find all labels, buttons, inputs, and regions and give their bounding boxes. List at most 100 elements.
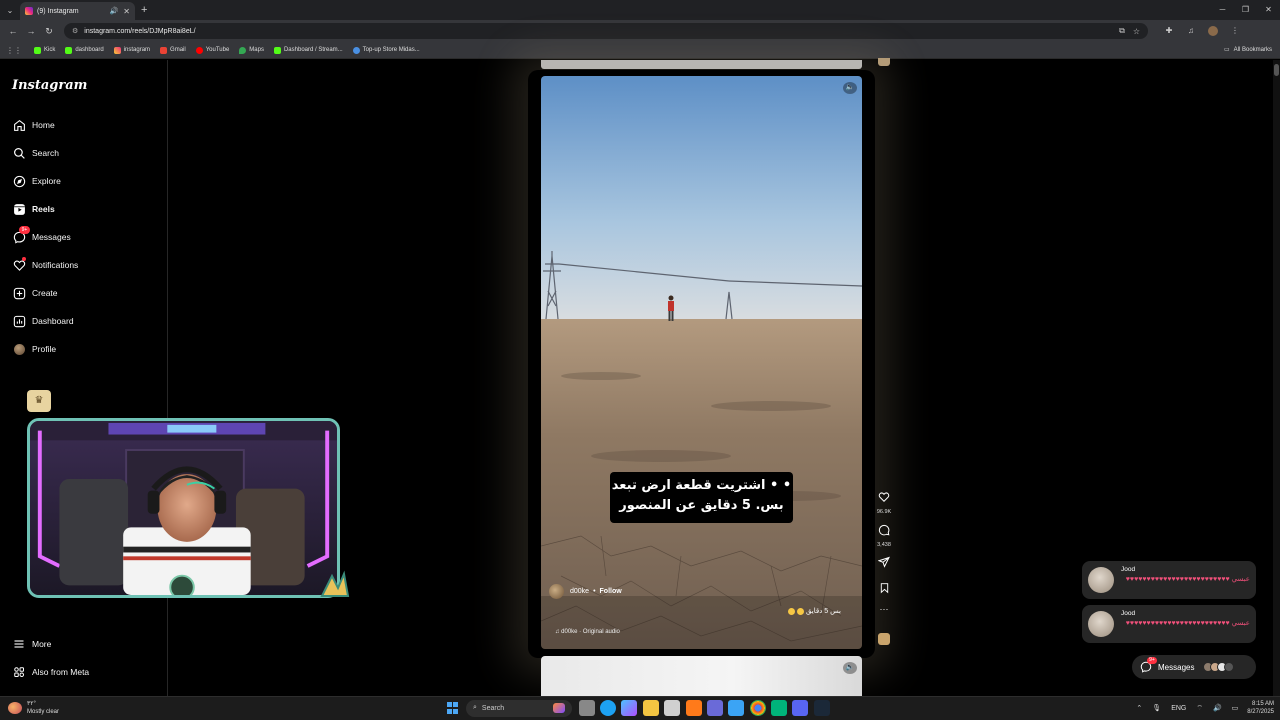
save-button[interactable] <box>873 581 895 599</box>
discord-icon[interactable] <box>792 700 809 716</box>
browser-menu-icon[interactable]: ⋮ <box>1224 26 1246 36</box>
reel-video[interactable] <box>541 76 862 649</box>
comment-button[interactable]: 3,438 <box>873 523 895 548</box>
app-icon[interactable] <box>771 700 788 716</box>
previous-reel-edge[interactable] <box>541 60 862 69</box>
app-icon[interactable] <box>706 700 723 716</box>
like-button[interactable]: 96.9K <box>873 490 895 515</box>
microphone-icon[interactable]: 🎙 <box>1152 704 1161 712</box>
chrome-icon[interactable] <box>749 700 766 716</box>
all-bookmarks[interactable]: ▭ All Bookmarks <box>1224 46 1272 54</box>
bookmark-stream-dashboard[interactable]: Dashboard / Stream... <box>273 46 343 54</box>
url-field[interactable]: ⚙ instagram.com/reels/DJMpR8ai8eL/ ⧉ ☆ <box>64 23 1148 39</box>
bookmark-midas[interactable]: Top-up Store Midas... <box>352 46 420 54</box>
wifi-icon[interactable]: ⌔ <box>1196 704 1203 713</box>
sidebar-item-reels[interactable]: Reels <box>12 202 55 216</box>
sidebar-item-profile[interactable]: Profile <box>12 342 56 356</box>
sidebar-item-messages[interactable]: 9+ Messages <box>12 226 71 244</box>
taskbar-search[interactable]: ⌕ Search <box>466 699 572 717</box>
sidebar-item-explore[interactable]: Explore <box>12 174 61 188</box>
task-view-icon[interactable] <box>578 700 595 716</box>
sender-name: Jood <box>1121 566 1136 573</box>
message-notification[interactable]: Jood عبسي ♥♥♥♥♥♥♥♥♥♥♥♥♥♥♥♥♥♥♥♥♥♥♥♥♥ <box>1082 561 1256 599</box>
minimize-icon[interactable]: ─ <box>1211 0 1234 20</box>
author-avatar[interactable] <box>549 584 564 599</box>
messenger-icon: 9+ <box>1140 657 1157 673</box>
bookmark-youtube[interactable]: YouTube <box>195 46 229 54</box>
avatar <box>1224 662 1235 672</box>
file-explorer-icon[interactable] <box>642 700 659 716</box>
follow-button[interactable]: Follow <box>600 588 622 595</box>
sender-avatar <box>1088 611 1114 637</box>
language-indicator[interactable]: ENG <box>1171 705 1186 712</box>
reel-audio[interactable]: ♫ d00ke · Original audio <box>555 629 620 635</box>
speaker-icon[interactable]: 🔊 <box>110 7 119 15</box>
message-notification[interactable]: Jood عبسي ♥♥♥♥♥♥♥♥♥♥♥♥♥♥♥♥♥♥♥♥♥♥♥♥♥ <box>1082 605 1256 643</box>
taskbar-clock[interactable]: 8:15 AM 8/27/2025 <box>1247 700 1274 716</box>
steam-icon[interactable] <box>813 700 830 716</box>
volume-icon[interactable]: 🔊 <box>1213 704 1222 712</box>
sidebar-item-search[interactable]: Search <box>12 146 59 160</box>
chevron-up-icon[interactable]: ⌃ <box>1136 704 1142 712</box>
new-tab-icon[interactable]: + <box>141 4 147 16</box>
notification-dot <box>22 257 26 261</box>
page-scrollbar[interactable] <box>1273 60 1280 696</box>
restore-icon[interactable]: ❐ <box>1234 0 1257 20</box>
audio-thumbnail[interactable] <box>878 633 890 645</box>
home-icon <box>12 118 26 132</box>
mute-toggle-icon[interactable]: 🔈 <box>843 662 857 674</box>
sidebar-item-home[interactable]: Home <box>12 118 55 132</box>
sidebar-item-notifications[interactable]: Notifications <box>12 257 78 272</box>
install-app-icon[interactable]: ⧉ <box>1119 26 1125 36</box>
tab-search-icon[interactable]: ⌄ <box>0 0 20 20</box>
battery-icon[interactable]: ▭ <box>1232 704 1239 712</box>
share-button[interactable] <box>873 555 895 573</box>
reel-description[interactable]: بس 5 دقايق <box>786 607 841 615</box>
windows-start-icon[interactable] <box>444 699 462 717</box>
mute-toggle-icon[interactable]: 🔈 <box>843 82 857 94</box>
like-count: 96.9K <box>876 509 892 515</box>
app-icon[interactable] <box>685 700 702 716</box>
profile-avatar[interactable] <box>1208 26 1218 36</box>
bookmark-star-icon[interactable]: ☆ <box>1133 27 1140 36</box>
close-window-icon[interactable]: ✕ <box>1257 0 1280 20</box>
reels-icon <box>12 202 26 216</box>
sidebar-item-dashboard[interactable]: Dashboard <box>12 314 74 328</box>
extensions-icon[interactable]: ✚ <box>1158 26 1180 36</box>
forward-icon[interactable]: → <box>22 26 40 36</box>
stream-decoration-icon <box>320 570 350 597</box>
sidebar-item-more[interactable]: More <box>12 637 51 651</box>
reload-icon[interactable]: ↻ <box>40 26 58 37</box>
back-icon[interactable]: ← <box>4 26 22 36</box>
browser-tab[interactable]: (9) Instagram 🔊 ✕ <box>20 2 135 20</box>
more-options-icon[interactable]: ··· <box>873 604 895 614</box>
bookmark-dashboard[interactable]: dashboard <box>65 46 104 54</box>
media-control-icon[interactable]: ♫ <box>1180 26 1202 36</box>
site-info-icon[interactable]: ⚙ <box>72 27 78 35</box>
weather-widget[interactable]: ٣٢° Mostly clear <box>8 700 59 716</box>
edge-icon[interactable] <box>600 700 617 716</box>
copilot-icon[interactable] <box>621 700 638 716</box>
kick-icon <box>273 46 281 54</box>
sender-avatar <box>1088 567 1114 593</box>
bookmark-gmail[interactable]: Gmail <box>160 46 186 54</box>
messages-pill-button[interactable]: 9+ Messages <box>1132 655 1256 679</box>
previous-audio-thumbnail[interactable] <box>878 58 890 66</box>
sidebar-item-also-from-meta[interactable]: Also from Meta <box>12 665 89 679</box>
window-controls: ─ ❐ ✕ <box>1211 0 1280 20</box>
search-highlight-icon <box>553 703 565 713</box>
bookmark-maps[interactable]: Maps <box>239 46 264 54</box>
author-username[interactable]: d00ke <box>570 588 589 595</box>
scrollbar-thumb[interactable] <box>1274 64 1279 76</box>
close-tab-icon[interactable]: ✕ <box>123 7 130 16</box>
next-reel-preview[interactable]: 🔈 <box>541 656 862 696</box>
instagram-logo[interactable]: Instagram <box>12 78 87 93</box>
description-text: بس 5 دقايق <box>805 608 842 615</box>
sidebar-item-create[interactable]: Create <box>12 286 58 300</box>
notepad-icon[interactable] <box>728 700 745 716</box>
bookmark-kick[interactable]: Kick <box>34 46 55 54</box>
reel-caption-overlay: • • اشتريت قطعة ارض تبعد بس. 5 دقايق عن … <box>610 472 793 523</box>
apps-grid-icon[interactable]: ⋮⋮ <box>6 46 22 55</box>
bookmark-instagram[interactable]: instagram <box>113 46 150 54</box>
store-icon[interactable] <box>664 700 681 716</box>
